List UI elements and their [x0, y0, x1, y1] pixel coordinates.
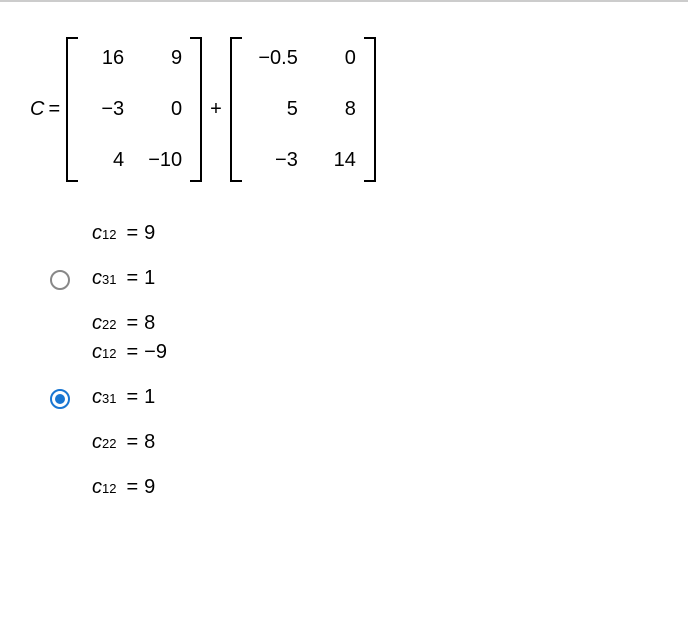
- value: 1: [144, 267, 155, 290]
- matrix-row: 4 −10: [86, 149, 182, 172]
- value: −9: [144, 341, 167, 364]
- value: 9: [144, 476, 155, 499]
- variable-c: c: [92, 431, 102, 454]
- bracket-left-icon: [66, 37, 78, 182]
- variable-c: c: [92, 267, 102, 290]
- equals-sign: =: [48, 98, 60, 121]
- subscript: 31: [102, 391, 116, 406]
- matrix-cell: 8: [318, 98, 356, 121]
- option-line: c31 = 1: [92, 267, 155, 290]
- option-line: c22 = 8: [92, 431, 167, 454]
- bracket-right-icon: [364, 37, 376, 182]
- option-2[interactable]: c12 = −9 c31 = 1 c22 = 8 c12 = 9: [50, 341, 658, 499]
- matrix-cell: 5: [250, 98, 298, 121]
- equals-sign: =: [126, 341, 138, 364]
- equals-sign: =: [126, 267, 138, 290]
- matrix-cell: 0: [318, 47, 356, 70]
- subscript: 31: [102, 272, 116, 287]
- matrix-cell: −3: [250, 149, 298, 172]
- matrix-cell: 4: [86, 149, 124, 172]
- option-1-lines: c12 = 9 c31 = 1 c22 = 8: [92, 222, 155, 335]
- value: 9: [144, 222, 155, 245]
- option-line: c12 = −9: [92, 341, 167, 364]
- matrix-equation: C = 16 9 −3 0 4 −10 + −0.5 0: [30, 37, 658, 182]
- subscript: 12: [102, 346, 116, 361]
- option-line: c12 = 9: [92, 476, 167, 499]
- equals-sign: =: [126, 476, 138, 499]
- bracket-right-icon: [190, 37, 202, 182]
- radio-selected-icon[interactable]: [50, 389, 70, 409]
- value: 8: [144, 312, 155, 335]
- radio-unselected-icon[interactable]: [50, 270, 70, 290]
- subscript: 22: [102, 317, 116, 332]
- matrix-row: 16 9: [86, 47, 182, 70]
- value: 1: [144, 386, 155, 409]
- variable-c: c: [92, 341, 102, 364]
- result-variable: C: [30, 98, 44, 121]
- matrix-2-body: −0.5 0 5 8 −3 14: [242, 37, 364, 182]
- option-line: c22 = 8: [92, 312, 155, 335]
- matrix-cell: −3: [86, 98, 124, 121]
- option-1[interactable]: c12 = 9 c31 = 1 c22 = 8: [50, 222, 658, 335]
- matrix-cell: 14: [318, 149, 356, 172]
- matrix-row: 5 8: [250, 98, 356, 121]
- matrix-cell: 0: [144, 98, 182, 121]
- matrix-cell: −0.5: [250, 47, 298, 70]
- equals-sign: =: [126, 386, 138, 409]
- subscript: 22: [102, 436, 116, 451]
- equals-sign: =: [126, 431, 138, 454]
- option-line: c12 = 9: [92, 222, 155, 245]
- option-line: c31 = 1: [92, 386, 167, 409]
- plus-operator: +: [210, 98, 222, 121]
- matrix-cell: 9: [144, 47, 182, 70]
- variable-c: c: [92, 476, 102, 499]
- subscript: 12: [102, 227, 116, 242]
- variable-c: c: [92, 386, 102, 409]
- matrix-cell: −10: [144, 149, 182, 172]
- subscript: 12: [102, 481, 116, 496]
- variable-c: c: [92, 312, 102, 335]
- bracket-left-icon: [230, 37, 242, 182]
- equals-sign: =: [126, 222, 138, 245]
- variable-c: c: [92, 222, 102, 245]
- matrix-1: 16 9 −3 0 4 −10: [66, 37, 202, 182]
- matrix-cell: 16: [86, 47, 124, 70]
- matrix-row: −0.5 0: [250, 47, 356, 70]
- value: 8: [144, 431, 155, 454]
- answer-options: c12 = 9 c31 = 1 c22 = 8 c12 = −9: [50, 222, 658, 499]
- matrix-1-body: 16 9 −3 0 4 −10: [78, 37, 190, 182]
- equals-sign: =: [126, 312, 138, 335]
- option-2-lines: c12 = −9 c31 = 1 c22 = 8 c12 = 9: [92, 341, 167, 499]
- matrix-row: −3 14: [250, 149, 356, 172]
- matrix-2: −0.5 0 5 8 −3 14: [230, 37, 376, 182]
- matrix-row: −3 0: [86, 98, 182, 121]
